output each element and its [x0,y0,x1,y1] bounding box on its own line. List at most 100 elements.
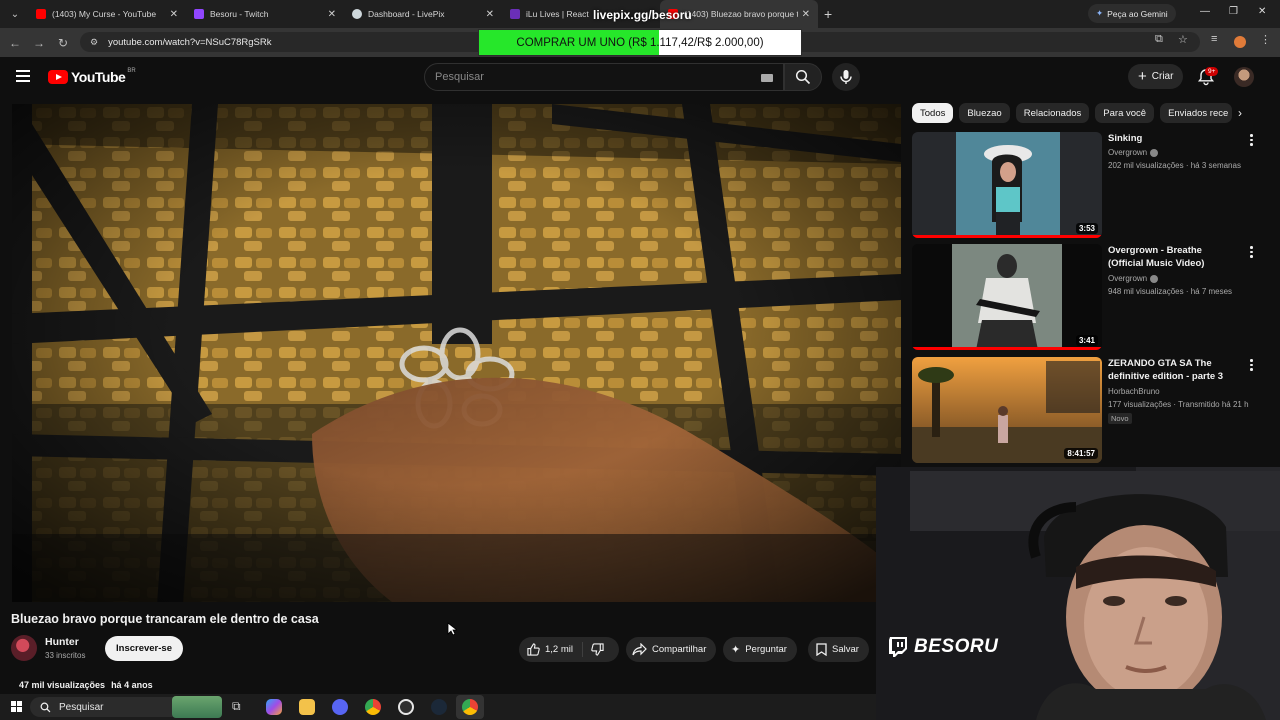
forward-arrow-icon[interactable]: → [27,36,51,50]
more-options-icon[interactable] [1250,359,1254,371]
search-button[interactable] [784,63,822,91]
recommendation-item[interactable]: 3:41 Overgrown - Breathe (Official Music… [912,244,1272,350]
install-icon[interactable]: ⧉ [1155,33,1163,46]
save-label: Salvar [832,644,859,655]
share-label: Compartilhar [652,644,707,655]
bookmark-icon [816,643,827,656]
close-icon[interactable]: ✕ [486,9,494,20]
recommendation-item[interactable]: 3:53 Sinking Overgrown 202 mil visualiza… [912,132,1272,238]
reload-icon[interactable]: ↻ [51,36,75,50]
new-tab-icon[interactable]: + [824,6,832,22]
discord-icon[interactable] [332,699,348,715]
menu-hamburger-icon[interactable] [16,70,30,82]
twitch-favicon-icon [194,9,204,19]
browser-tab[interactable]: (1403) My Curse - YouTube ✕ [28,0,186,28]
share-button[interactable]: Compartilhar [626,637,717,662]
watch-progress-bar [912,235,1102,238]
recommendation-title[interactable]: Overgrown - Breathe (Official Music Vide… [1108,244,1238,270]
back-arrow-icon[interactable]: ← [3,36,27,50]
site-info-icon[interactable]: ⚙ [90,37,98,48]
search-icon [40,702,51,712]
more-options-icon[interactable] [1250,246,1254,258]
ask-button[interactable]: ✦ Perguntar [723,637,797,662]
channel-avatar[interactable] [11,635,37,661]
profile-icon[interactable] [1234,36,1246,48]
youtube-wordmark: YouTube [71,69,126,85]
recommendation-stats: 948 mil visualizações · há 7 meses [1108,287,1233,296]
tab-search-icon[interactable]: ⌄ [2,3,28,25]
close-icon[interactable]: ✕ [170,9,178,20]
browser-tab[interactable]: Besoru - Twitch ✕ [186,0,344,28]
account-avatar[interactable] [1234,67,1254,87]
upload-age: há 4 anos [111,680,153,690]
channel-name[interactable]: Hunter [45,636,79,648]
video-thumbnail[interactable]: 8:41:57 [912,357,1102,463]
channel-name: Overgrown [1108,274,1148,283]
chrome-icon[interactable] [365,699,381,715]
new-badge: Novo [1108,413,1132,424]
livepix-favicon-icon [352,9,362,19]
recommendation-channel[interactable]: HorbachBruno [1108,387,1160,396]
youtube-logo[interactable]: YouTube BR [48,68,136,85]
media-control-icon[interactable]: ≡ [1211,33,1217,45]
close-icon[interactable]: ✕ [802,9,810,20]
recommendation-title[interactable]: Sinking [1108,132,1238,145]
chip-related[interactable]: Relacionados [1015,103,1090,123]
chip-all[interactable]: Todos [912,103,954,123]
file-explorer-icon[interactable] [299,699,315,715]
video-thumbnail[interactable]: 3:53 [912,132,1102,238]
menu-dots-icon[interactable]: ⋮ [1260,33,1271,46]
video-thumbnail[interactable]: 3:41 [912,244,1102,350]
tab-label: Dashboard - LivePix [368,9,445,19]
recommendation-channel[interactable]: Overgrown [1108,148,1159,157]
tab-label: (1403) Bluezao bravo porque tr [684,9,798,19]
browser-tab[interactable]: Dashboard - LivePix ✕ [344,0,502,28]
task-view-icon[interactable]: ⧉ [232,699,248,715]
subscribe-button[interactable]: Inscrever-se [105,636,183,661]
create-button[interactable]: + Criar [1128,64,1184,89]
dislike-button[interactable] [583,643,612,656]
obs-icon[interactable] [398,699,414,715]
like-button[interactable]: 1,2 mil [519,642,583,657]
search-icon [795,69,811,85]
chip-bluezao[interactable]: Bluezao [959,103,1010,123]
gemini-sparkle-icon: ✦ [1096,8,1104,18]
channel-name: Overgrown [1108,148,1148,157]
like-dislike-group: 1,2 mil [519,637,619,662]
save-button[interactable]: Salvar [808,637,869,662]
video-duration: 3:41 [1075,335,1098,346]
recommendation-stats: 177 visualizações · Transmitido há 21 h [1108,400,1249,409]
minimize-icon[interactable]: — [1200,6,1210,17]
gemini-button[interactable]: ✦ Peça ao Gemini [1088,4,1176,23]
taskbar-search[interactable]: Pesquisar [30,696,222,718]
search-input[interactable]: Pesquisar [424,63,784,91]
recommendation-channel[interactable]: Overgrown [1108,274,1159,283]
react-favicon-icon [510,9,520,19]
copilot-icon[interactable] [266,699,282,715]
video-duration: 3:53 [1075,223,1098,234]
voice-search-button[interactable] [832,63,860,91]
chip-recent-uploads[interactable]: Enviados rece [1160,103,1233,123]
chevron-right-icon[interactable]: › [1238,106,1242,120]
subscriber-count: 33 inscritos [45,651,86,660]
chip-for-you[interactable]: Para você [1095,103,1155,123]
gemini-label: Peça ao Gemini [1107,8,1168,19]
verified-check-icon [1150,148,1159,157]
recommendation-item[interactable]: 8:41:57 ZERANDO GTA SA The definitive ed… [912,357,1272,463]
steam-icon[interactable] [431,699,447,715]
video-duration: 8:41:57 [1064,448,1098,459]
thumbnail-image [912,132,1102,238]
keyboard-icon[interactable] [761,74,773,82]
close-icon[interactable]: ✕ [328,9,336,20]
video-player[interactable] [12,104,901,602]
close-window-icon[interactable]: ✕ [1258,6,1266,17]
sparkle-icon: ✦ [731,644,741,656]
bookmark-star-icon[interactable]: ☆ [1178,33,1188,46]
windows-start-icon[interactable] [11,701,22,712]
chrome-active-icon[interactable] [462,699,478,715]
recommendation-title[interactable]: ZERANDO GTA SA The definitive edition - … [1108,357,1238,383]
restore-icon[interactable]: ❐ [1229,6,1238,17]
video-meta[interactable]: 47 mil visualizações há 4 anos [19,680,159,690]
more-options-icon[interactable] [1250,134,1254,146]
tab-label: Besoru - Twitch [210,9,269,19]
